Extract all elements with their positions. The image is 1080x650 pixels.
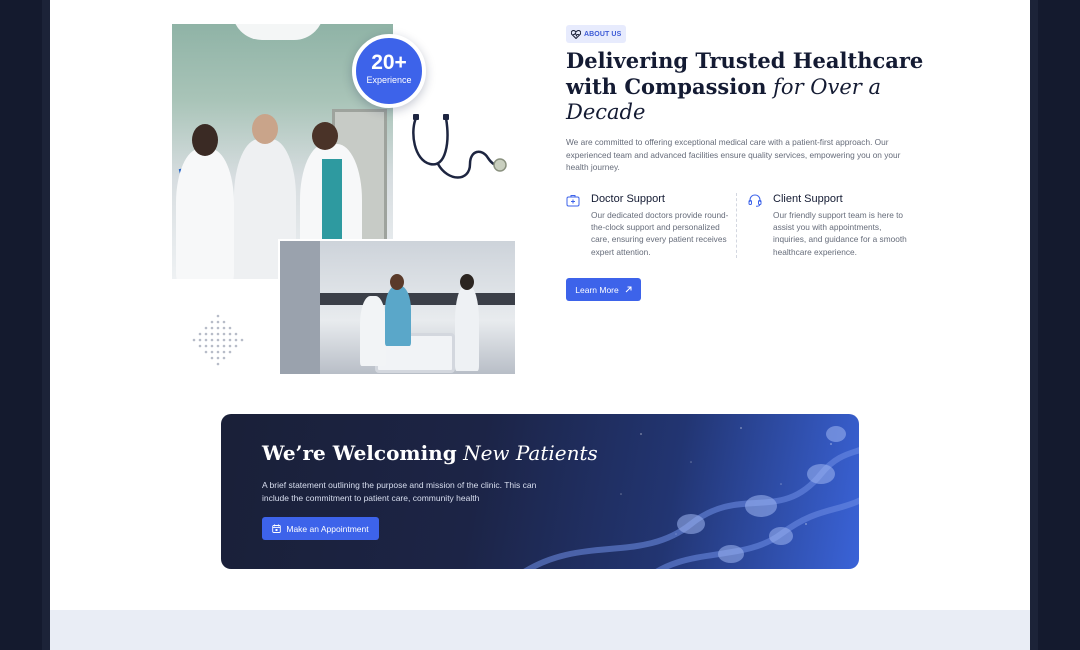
window-edge-left xyxy=(42,0,50,650)
feature-divider xyxy=(736,193,737,258)
stethoscope-icon xyxy=(412,114,507,179)
about-paragraph: We are committed to offering exceptional… xyxy=(566,137,901,172)
feature-description: Our dedicated doctors provide round-the-… xyxy=(591,210,729,257)
feature-description: Our friendly support team is here to ass… xyxy=(773,210,907,257)
banner-title-bold: We’re Welcoming xyxy=(262,441,457,465)
banner-title-italic: New Patients xyxy=(463,441,598,465)
about-heading: Delivering Trusted Healthcare with Compa… xyxy=(566,48,926,125)
experience-number: 20+ xyxy=(371,51,407,74)
calendar-icon xyxy=(272,524,282,533)
patient-room-photo xyxy=(278,239,515,374)
learn-more-label: Learn More xyxy=(575,284,619,295)
experience-badge: 20+ Experience xyxy=(352,34,426,108)
about-us-label: ABOUT US xyxy=(584,30,622,38)
experience-label: Experience xyxy=(366,75,412,85)
banner-text: A brief statement outlining the purpose … xyxy=(262,480,537,503)
make-appointment-label: Make an Appointment xyxy=(286,523,369,534)
arrow-up-right-icon xyxy=(625,286,632,293)
dot-pattern-decoration xyxy=(192,314,244,366)
make-appointment-button[interactable]: Make an Appointment xyxy=(262,517,379,540)
next-section-background xyxy=(50,610,1030,650)
page-content: 20+ Experience ABOUT US Delivering Trust… xyxy=(50,0,1030,650)
headset-icon xyxy=(748,194,762,207)
learn-more-button[interactable]: Learn More xyxy=(566,278,641,301)
feature-title: Client Support xyxy=(773,193,843,205)
about-us-tag: ABOUT US xyxy=(566,25,627,43)
banner-title: We’re Welcoming New Patients xyxy=(262,441,598,465)
heart-pulse-icon xyxy=(571,29,581,39)
medical-bag-icon xyxy=(566,195,580,207)
window-edge-right xyxy=(1030,0,1038,650)
feature-title: Doctor Support xyxy=(591,193,665,205)
new-patients-banner: We’re Welcoming New Patients A brief sta… xyxy=(221,414,859,569)
